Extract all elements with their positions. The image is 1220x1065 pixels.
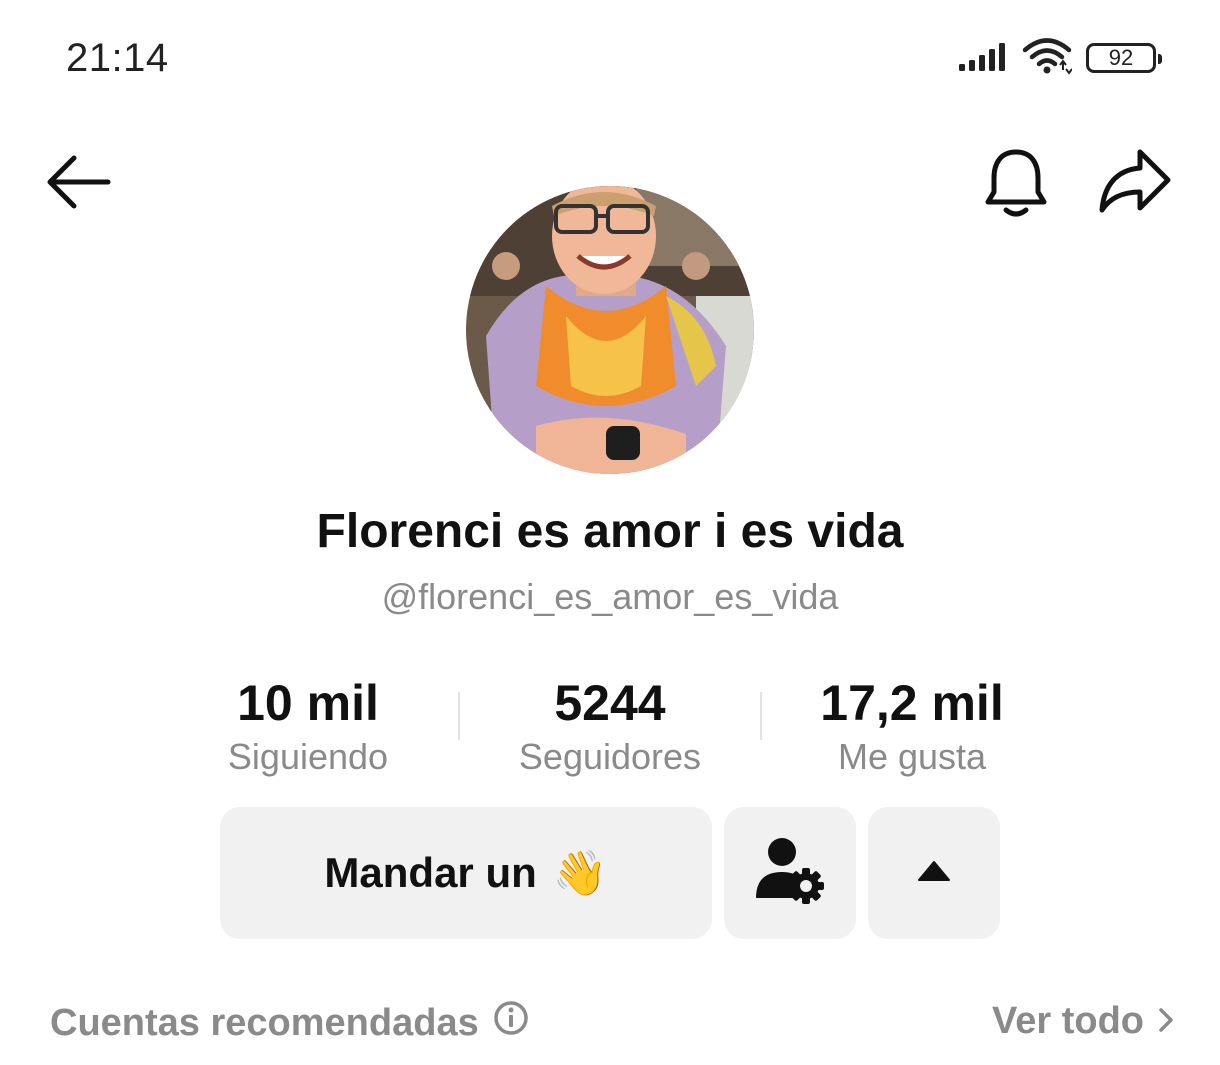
stat-following[interactable]: 10 mil Siguiendo	[208, 674, 408, 780]
stat-following-value: 10 mil	[237, 675, 379, 731]
stat-divider	[760, 692, 762, 740]
recommended-accounts-header: Cuentas recomendadas	[50, 1000, 529, 1046]
share-icon[interactable]	[1096, 146, 1174, 218]
back-arrow-icon[interactable]	[44, 150, 114, 214]
avatar[interactable]	[466, 186, 754, 474]
send-wave-label: Mandar un	[324, 849, 537, 896]
status-time: 21:14	[66, 36, 169, 80]
stat-likes-value: 17,2 mil	[820, 675, 1004, 731]
status-icons: 92	[958, 36, 1162, 80]
user-settings-button[interactable]	[724, 807, 856, 939]
see-all-label: Ver todo	[991, 1000, 1144, 1042]
stat-followers-value: 5244	[554, 675, 666, 731]
stat-likes-label: Me gusta	[837, 736, 987, 777]
stat-followers-label: Seguidores	[518, 736, 702, 777]
wave-emoji-icon: 👋	[552, 849, 608, 898]
stat-followers[interactable]: 5244 Seguidores	[500, 674, 720, 780]
user-settings-icon	[754, 836, 826, 911]
chevron-right-icon	[1158, 1000, 1174, 1043]
wifi-icon	[1022, 37, 1073, 80]
display-name: Florenci es amor i es vida	[316, 505, 904, 558]
send-wave-button[interactable]: Mandar un 👋	[220, 807, 712, 939]
battery-icon: 92	[1086, 43, 1162, 73]
stat-following-label: Siguiendo	[227, 736, 389, 777]
profile-screen: 21:14 92 Florenci es amor i es vida @flo…	[0, 0, 1220, 1065]
caret-up-icon	[917, 860, 951, 887]
expand-toggle-button[interactable]	[868, 807, 1000, 939]
battery-level: 92	[1108, 45, 1134, 70]
info-icon[interactable]	[493, 1000, 529, 1046]
stat-divider	[458, 692, 460, 740]
stat-likes[interactable]: 17,2 mil Me gusta	[802, 674, 1022, 780]
username: @florenci_es_amor_es_vida	[381, 576, 839, 617]
see-all-link[interactable]: Ver todo	[992, 1000, 1174, 1043]
signal-icon	[958, 40, 1008, 77]
bell-icon[interactable]	[980, 146, 1052, 220]
recommended-title: Cuentas recomendadas	[50, 1001, 479, 1044]
